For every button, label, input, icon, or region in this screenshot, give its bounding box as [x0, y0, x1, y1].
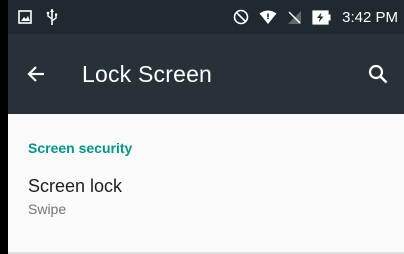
settings-list: Screen security Screen lock Swipe — [8, 114, 404, 254]
screen-lock-preference[interactable]: Screen lock Swipe — [8, 160, 404, 217]
preference-title: Screen lock — [28, 176, 123, 196]
status-bar: 3:42 PM — [8, 0, 404, 34]
page-title: Lock Screen — [82, 60, 213, 87]
preference-summary: Swipe — [28, 201, 67, 217]
image-icon — [18, 10, 32, 24]
no-signal-icon — [287, 10, 302, 25]
do-not-disturb-icon — [233, 9, 249, 25]
screen-frame-edge — [0, 0, 8, 254]
settings-app: 3:42 PM Lock Screen Screen security Scre… — [8, 0, 404, 254]
section-header-screen-security: Screen security — [28, 140, 133, 156]
usb-icon — [46, 8, 58, 26]
battery-charging-icon — [312, 9, 332, 25]
toolbar: Lock Screen — [8, 34, 404, 114]
status-time: 3:42 PM — [342, 8, 398, 26]
arrow-back-icon[interactable] — [26, 64, 46, 84]
search-icon[interactable] — [368, 64, 388, 84]
wifi-icon — [259, 10, 277, 25]
